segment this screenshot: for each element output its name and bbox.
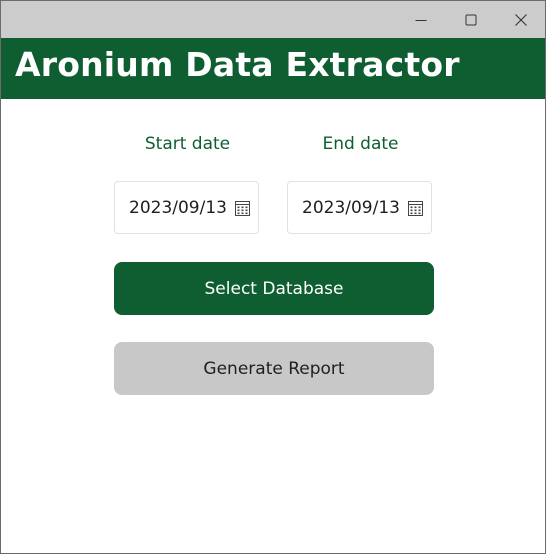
end-date-picker[interactable]: 2023/09/13 [287, 181, 432, 234]
maximize-icon [465, 14, 477, 25]
close-button[interactable] [497, 1, 545, 38]
maximize-button[interactable] [447, 1, 495, 38]
start-date-value: 2023/09/13 [129, 198, 227, 218]
app-title: Aronium Data Extractor [15, 45, 460, 84]
end-date-value: 2023/09/13 [302, 198, 400, 218]
close-icon [515, 13, 527, 26]
app-window: Aronium Data Extractor Start date End da… [0, 0, 546, 554]
minimize-button[interactable] [397, 1, 445, 38]
minimize-icon [415, 19, 427, 21]
generate-report-button[interactable]: Generate Report [114, 342, 434, 395]
end-date-label: End date [322, 134, 399, 154]
title-bar[interactable] [1, 1, 545, 38]
calendar-icon[interactable] [235, 200, 250, 216]
start-date-label: Start date [144, 134, 231, 154]
calendar-icon[interactable] [408, 200, 423, 216]
start-date-picker[interactable]: 2023/09/13 [114, 181, 259, 234]
select-database-button[interactable]: Select Database [114, 262, 434, 315]
